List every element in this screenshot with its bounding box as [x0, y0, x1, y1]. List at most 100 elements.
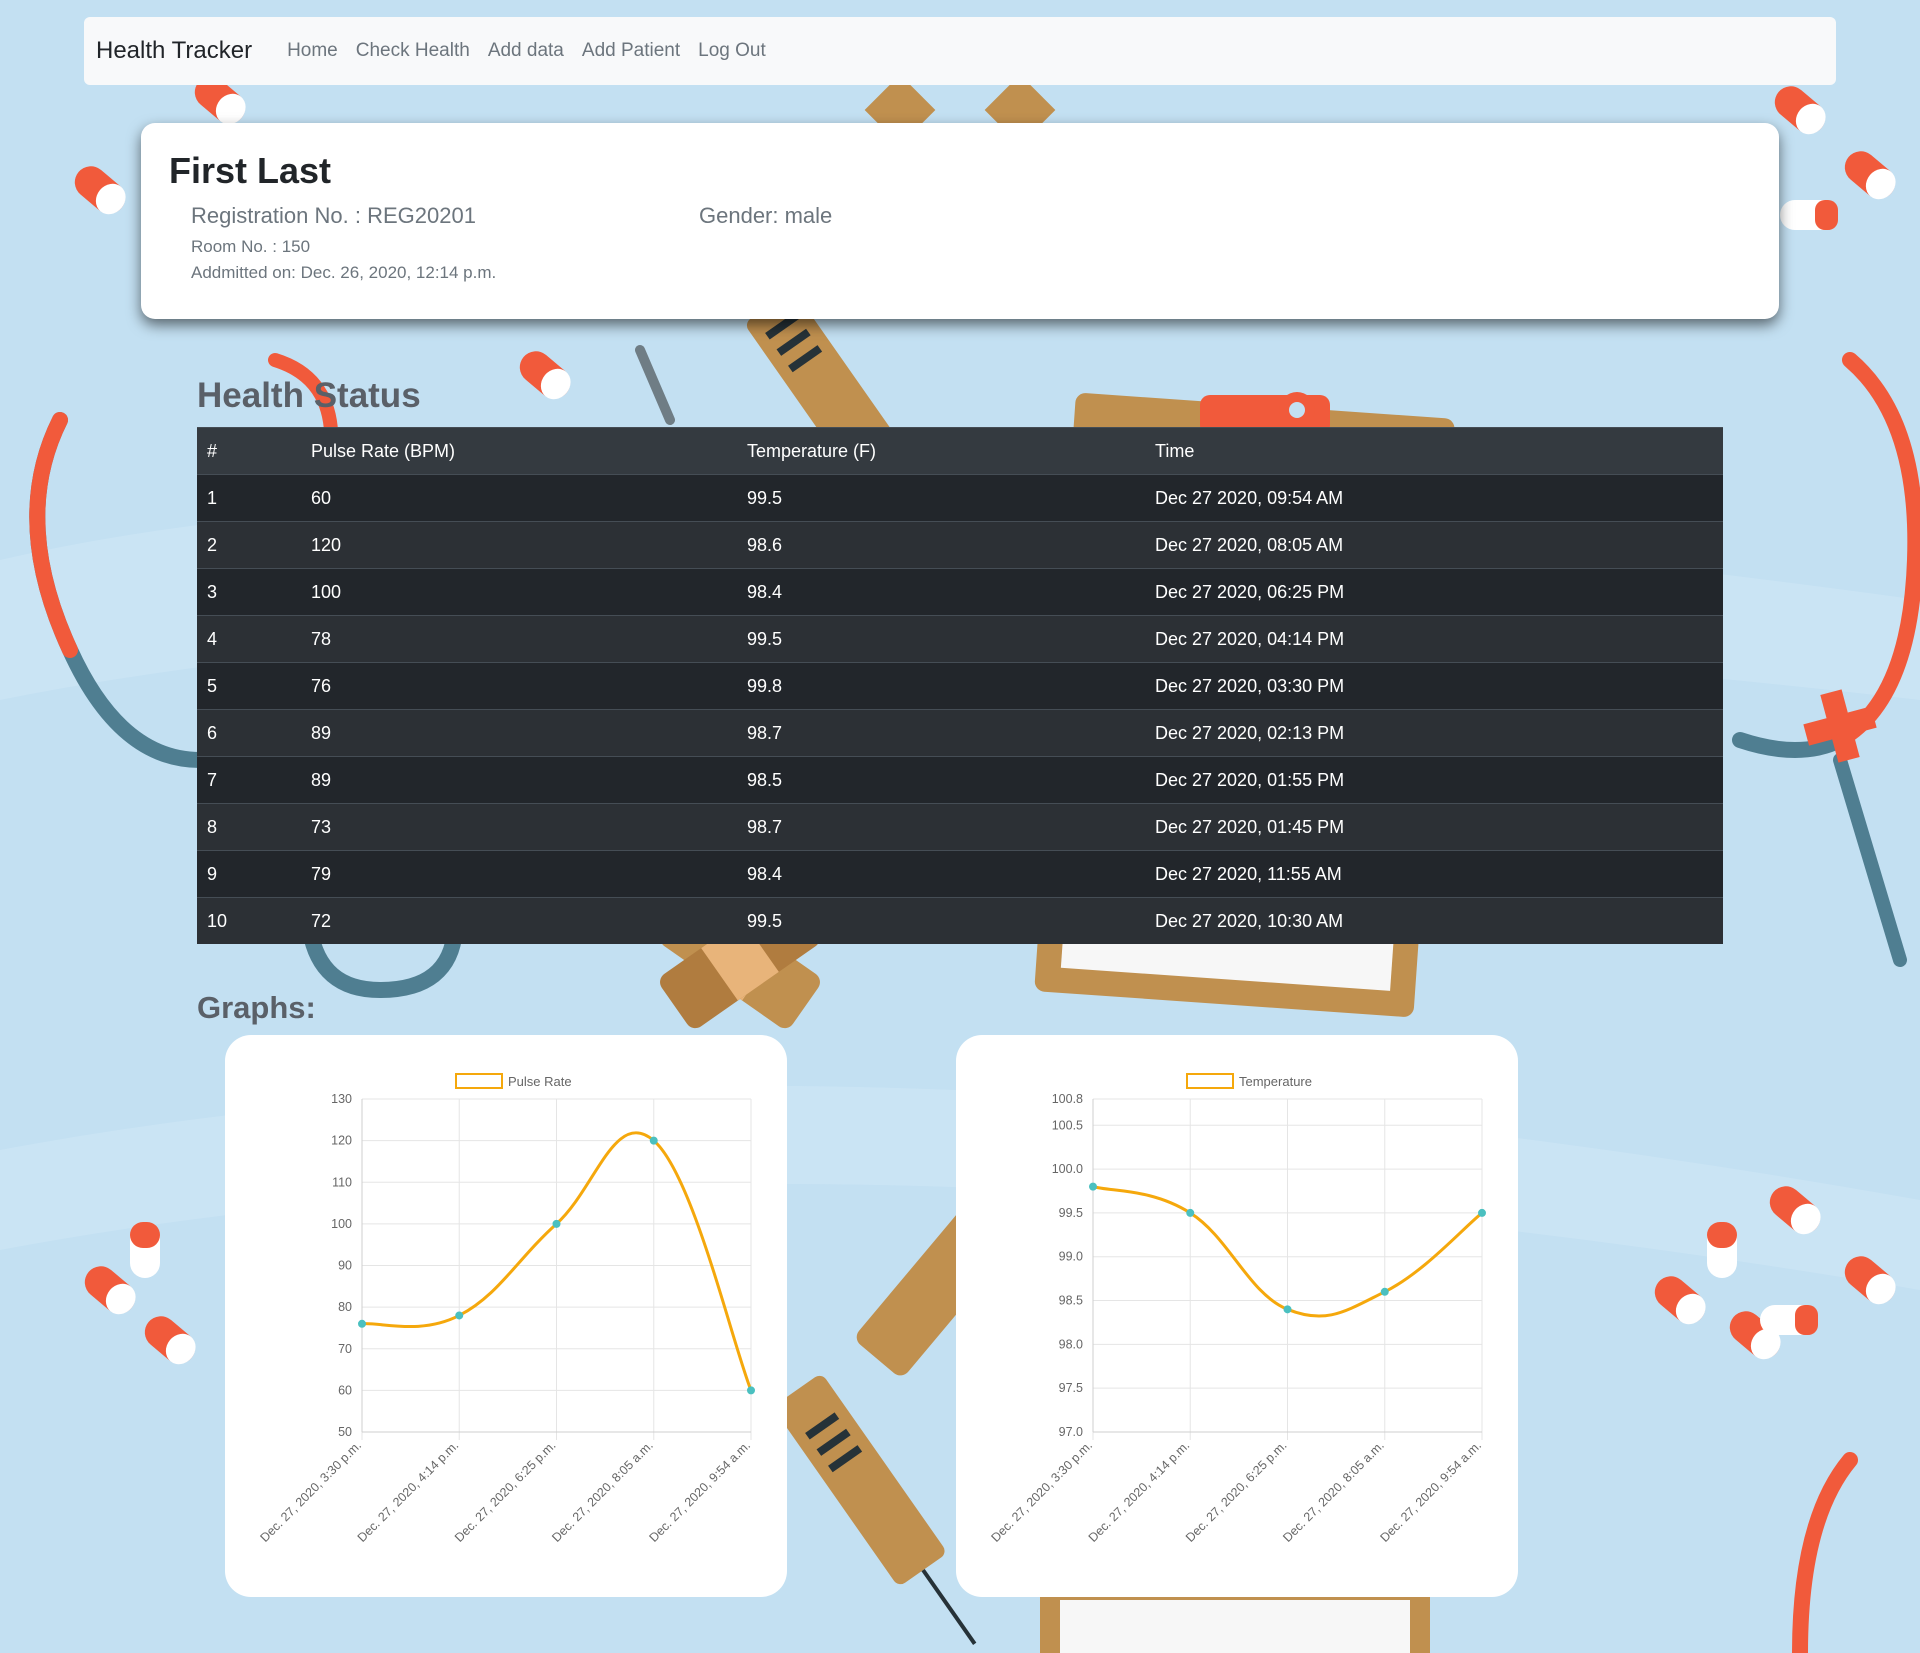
cell-temperature: 98.4 — [737, 850, 1145, 898]
y-tick-label: 97.5 — [1059, 1381, 1083, 1395]
cell-pulse: 72 — [301, 897, 737, 944]
data-point — [455, 1311, 464, 1320]
table-row: 5 76 99.8 Dec 27 2020, 03:30 PM — [197, 662, 1723, 710]
x-tick-label: Dec. 27, 2020, 4:14 p.m. — [1086, 1438, 1193, 1545]
temperature-chart: Temperature 97.0 97.5 98.0 98.5 99.0 99.5 100.0… — [988, 1073, 1486, 1545]
cell-index: 9 — [197, 850, 301, 898]
y-tick-label: 100 — [331, 1217, 352, 1231]
table-row: 2 120 98.6 Dec 27 2020, 08:05 AM — [197, 521, 1723, 569]
y-tick-label: 80 — [338, 1300, 352, 1314]
cell-time: Dec 27 2020, 03:30 PM — [1145, 662, 1723, 710]
cell-index: 3 — [197, 568, 301, 616]
cell-index: 5 — [197, 662, 301, 710]
cell-pulse: 120 — [301, 521, 737, 569]
data-point — [552, 1219, 561, 1228]
table-row: 4 78 99.5 Dec 27 2020, 04:14 PM — [197, 615, 1723, 663]
table-row: 7 89 98.5 Dec 27 2020, 01:55 PM — [197, 756, 1723, 804]
nav-home[interactable]: Home — [278, 40, 347, 62]
cell-index: 1 — [197, 474, 301, 522]
table-row: 8 73 98.7 Dec 27 2020, 01:45 PM — [197, 803, 1723, 851]
cell-temperature: 99.5 — [737, 897, 1145, 944]
cell-time: Dec 27 2020, 08:05 AM — [1145, 521, 1723, 569]
legend-label: Pulse Rate — [508, 1074, 572, 1089]
table-row: 10 72 99.5 Dec 27 2020, 10:30 AM — [197, 897, 1723, 944]
y-tick-label: 97.0 — [1059, 1425, 1083, 1439]
data-point — [649, 1136, 658, 1145]
nav-add-patient[interactable]: Add Patient — [573, 40, 689, 62]
y-tick-label: 99.0 — [1059, 1250, 1083, 1264]
nav-check-health[interactable]: Check Health — [347, 40, 479, 62]
cell-index: 10 — [197, 897, 301, 944]
nav-add-data[interactable]: Add data — [479, 40, 573, 62]
y-tick-label: 90 — [338, 1259, 352, 1273]
cell-pulse: 78 — [301, 615, 737, 663]
registration-number: Registration No. : REG20201 — [191, 203, 476, 228]
x-tick-label: Dec. 27, 2020, 4:14 p.m. — [355, 1438, 462, 1545]
header-temperature: Temperature (F) — [737, 427, 1145, 475]
table-row: 1 60 99.5 Dec 27 2020, 09:54 AM — [197, 474, 1723, 522]
cell-index: 2 — [197, 521, 301, 569]
data-point — [747, 1386, 755, 1395]
cell-temperature: 98.6 — [737, 521, 1145, 569]
y-tick-label: 70 — [338, 1342, 352, 1356]
cell-time: Dec 27 2020, 09:54 AM — [1145, 474, 1723, 522]
cell-pulse: 60 — [301, 474, 737, 522]
x-tick-label: Dec. 27, 2020, 9:54 a.m. — [646, 1438, 753, 1545]
cell-temperature: 98.7 — [737, 709, 1145, 757]
x-tick-label: Dec. 27, 2020, 8:05 a.m. — [1280, 1438, 1387, 1545]
y-tick-label: 98.5 — [1059, 1294, 1083, 1308]
y-tick-label: 120 — [331, 1134, 352, 1148]
cell-pulse: 73 — [301, 803, 737, 851]
cell-pulse: 89 — [301, 756, 737, 804]
legend-label: Temperature — [1239, 1074, 1312, 1089]
cell-temperature: 98.7 — [737, 803, 1145, 851]
y-tick-label: 99.5 — [1059, 1206, 1083, 1220]
patient-card: First Last Registration No. : REG20201 G… — [141, 123, 1779, 319]
cell-pulse: 76 — [301, 662, 737, 710]
cell-pulse: 89 — [301, 709, 737, 757]
cell-time: Dec 27 2020, 02:13 PM — [1145, 709, 1723, 757]
y-tick-label: 100.5 — [1052, 1118, 1083, 1132]
cell-temperature: 98.4 — [737, 568, 1145, 616]
y-tick-label: 100.0 — [1052, 1162, 1083, 1176]
header-pulse: Pulse Rate (BPM) — [301, 427, 737, 475]
pulse-rate-chart: Pulse Rate 50 60 70 80 90 100 110 120 130 Dec. 27,… — [257, 1073, 755, 1545]
cell-temperature: 99.8 — [737, 662, 1145, 710]
x-tick-label: Dec. 27, 2020, 3:30 p.m. — [988, 1438, 1095, 1545]
x-tick-label: Dec. 27, 2020, 8:05 a.m. — [549, 1438, 656, 1545]
data-point — [358, 1319, 366, 1328]
x-tick-label: Dec. 27, 2020, 6:25 p.m. — [452, 1438, 559, 1545]
header-time: Time — [1145, 427, 1723, 475]
cell-index: 6 — [197, 709, 301, 757]
brand-link[interactable]: Health Tracker — [96, 37, 264, 65]
legend-swatch — [1186, 1073, 1234, 1089]
data-point — [1380, 1287, 1389, 1296]
x-tick-label: Dec. 27, 2020, 3:30 p.m. — [257, 1438, 364, 1545]
cell-time: Dec 27 2020, 01:55 PM — [1145, 756, 1723, 804]
table-header-row: # Pulse Rate (BPM) Temperature (F) Time — [197, 427, 1723, 475]
y-tick-label: 50 — [338, 1425, 352, 1439]
health-status-title: Health Status — [197, 376, 421, 415]
data-point — [1283, 1305, 1292, 1314]
pulse-rate-chart-card: Pulse Rate 50 60 70 80 90 100 110 120 130 Dec. 27,… — [225, 1035, 787, 1597]
table-row: 3 100 98.4 Dec 27 2020, 06:25 PM — [197, 568, 1723, 616]
cell-index: 7 — [197, 756, 301, 804]
cell-temperature: 98.5 — [737, 756, 1145, 804]
x-tick-label: Dec. 27, 2020, 9:54 a.m. — [1377, 1438, 1484, 1545]
table-row: 6 89 98.7 Dec 27 2020, 02:13 PM — [197, 709, 1723, 757]
header-index: # — [197, 427, 301, 475]
x-tick-label: Dec. 27, 2020, 6:25 p.m. — [1183, 1438, 1290, 1545]
top-navbar: Health Tracker Home Check Health Add dat… — [84, 17, 1836, 85]
y-tick-label: 98.0 — [1059, 1337, 1083, 1351]
legend-swatch — [455, 1073, 503, 1089]
cell-time: Dec 27 2020, 10:30 AM — [1145, 897, 1723, 944]
data-point — [1089, 1182, 1097, 1191]
y-tick-label: 130 — [331, 1092, 352, 1106]
admitted-date: Addmitted on: Dec. 26, 2020, 12:14 p.m. — [191, 263, 497, 282]
y-tick-label: 100.8 — [1052, 1092, 1083, 1106]
temperature-chart-card: Temperature 97.0 97.5 98.0 98.5 99.0 99.5 100.0… — [956, 1035, 1518, 1597]
room-number: Room No. : 150 — [191, 237, 311, 256]
health-status-table: # Pulse Rate (BPM) Temperature (F) Time … — [197, 427, 1723, 944]
graphs-title: Graphs: — [197, 990, 316, 1025]
nav-log-out[interactable]: Log Out — [689, 40, 775, 62]
